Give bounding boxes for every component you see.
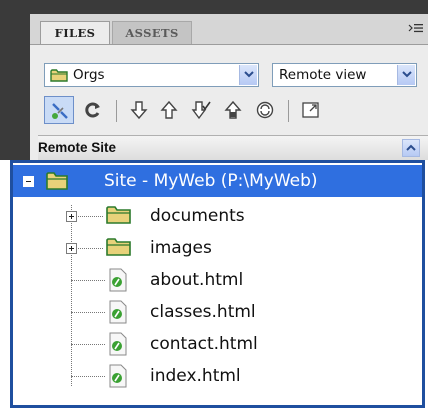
tree-row-file[interactable]: index.html (13, 360, 422, 392)
folder-icon (106, 205, 132, 229)
tree-item-label: Site - MyWeb (P:\MyWeb) (104, 171, 318, 191)
check-out-button[interactable] (186, 96, 216, 124)
expand-plus-icon[interactable] (66, 243, 77, 254)
tree-row-file[interactable]: about.html (13, 264, 422, 296)
html-file-icon (108, 300, 128, 328)
files-toolbar (30, 94, 428, 128)
remote-site-tree: Site - MyWeb (P:\MyWeb) documents images (10, 160, 425, 408)
tree-row-folder[interactable]: documents (13, 200, 422, 232)
remote-site-column-header[interactable]: Remote Site (38, 135, 428, 160)
put-files-icon (160, 100, 178, 119)
tree-row-site-root[interactable]: Site - MyWeb (P:\MyWeb) (13, 165, 422, 197)
column-header-label: Remote Site (38, 140, 117, 155)
tab-assets[interactable]: ASSETS (112, 21, 192, 44)
site-dropdown[interactable]: Orgs (44, 63, 259, 87)
tree-item-label: index.html (150, 366, 241, 386)
tree-item-label: about.html (150, 270, 244, 290)
tree-item-label: classes.html (150, 302, 256, 322)
view-dropdown[interactable]: Remote view (272, 63, 417, 87)
folder-icon (50, 68, 68, 86)
check-in-icon (224, 100, 242, 119)
chevron-down-icon[interactable] (397, 65, 415, 85)
chevron-down-icon[interactable] (239, 65, 257, 85)
toolbar-divider (288, 100, 289, 122)
synchronize-icon (256, 101, 274, 119)
tree-connector-line (71, 280, 105, 281)
tree-row-file[interactable]: classes.html (13, 296, 422, 328)
panel-tab-bar: FILES ASSETS (30, 14, 428, 45)
toolbar-divider (116, 100, 117, 122)
files-panel: FILES ASSETS Orgs Remote view Remote Sit… (30, 14, 428, 160)
collapse-icon[interactable] (23, 176, 34, 187)
check-in-button[interactable] (218, 96, 248, 124)
tree-connector-line (71, 312, 105, 313)
expand-plus-icon[interactable] (66, 211, 77, 222)
put-files-button[interactable] (154, 96, 184, 124)
view-dropdown-value: Remote view (279, 67, 367, 83)
html-file-icon (108, 364, 128, 392)
tree-item-label: contact.html (150, 334, 258, 354)
get-files-icon (130, 101, 148, 120)
tree-item-label: images (150, 238, 212, 258)
folder-open-icon (46, 171, 70, 195)
refresh-icon (85, 102, 100, 118)
connect-icon (52, 103, 68, 119)
check-out-icon (191, 101, 211, 120)
site-dropdown-value: Orgs (73, 67, 105, 83)
folder-icon (106, 237, 132, 261)
html-file-icon (108, 268, 128, 296)
get-files-button[interactable] (124, 96, 154, 124)
expand-button[interactable] (296, 96, 326, 124)
panel-menu-icon[interactable] (408, 23, 424, 36)
refresh-button[interactable] (78, 96, 108, 124)
tree-row-folder[interactable]: images (13, 232, 422, 264)
tree-item-label: documents (150, 206, 245, 226)
html-file-icon (108, 332, 128, 360)
tab-files[interactable]: FILES (40, 21, 110, 44)
tree-row-file[interactable]: contact.html (13, 328, 422, 360)
synchronize-button[interactable] (250, 96, 280, 124)
tree-connector-line (71, 376, 105, 377)
tree-connector-line (71, 344, 105, 345)
connect-button[interactable] (44, 96, 74, 124)
expand-icon (302, 102, 319, 118)
scroll-up-arrow-icon[interactable] (402, 139, 420, 157)
